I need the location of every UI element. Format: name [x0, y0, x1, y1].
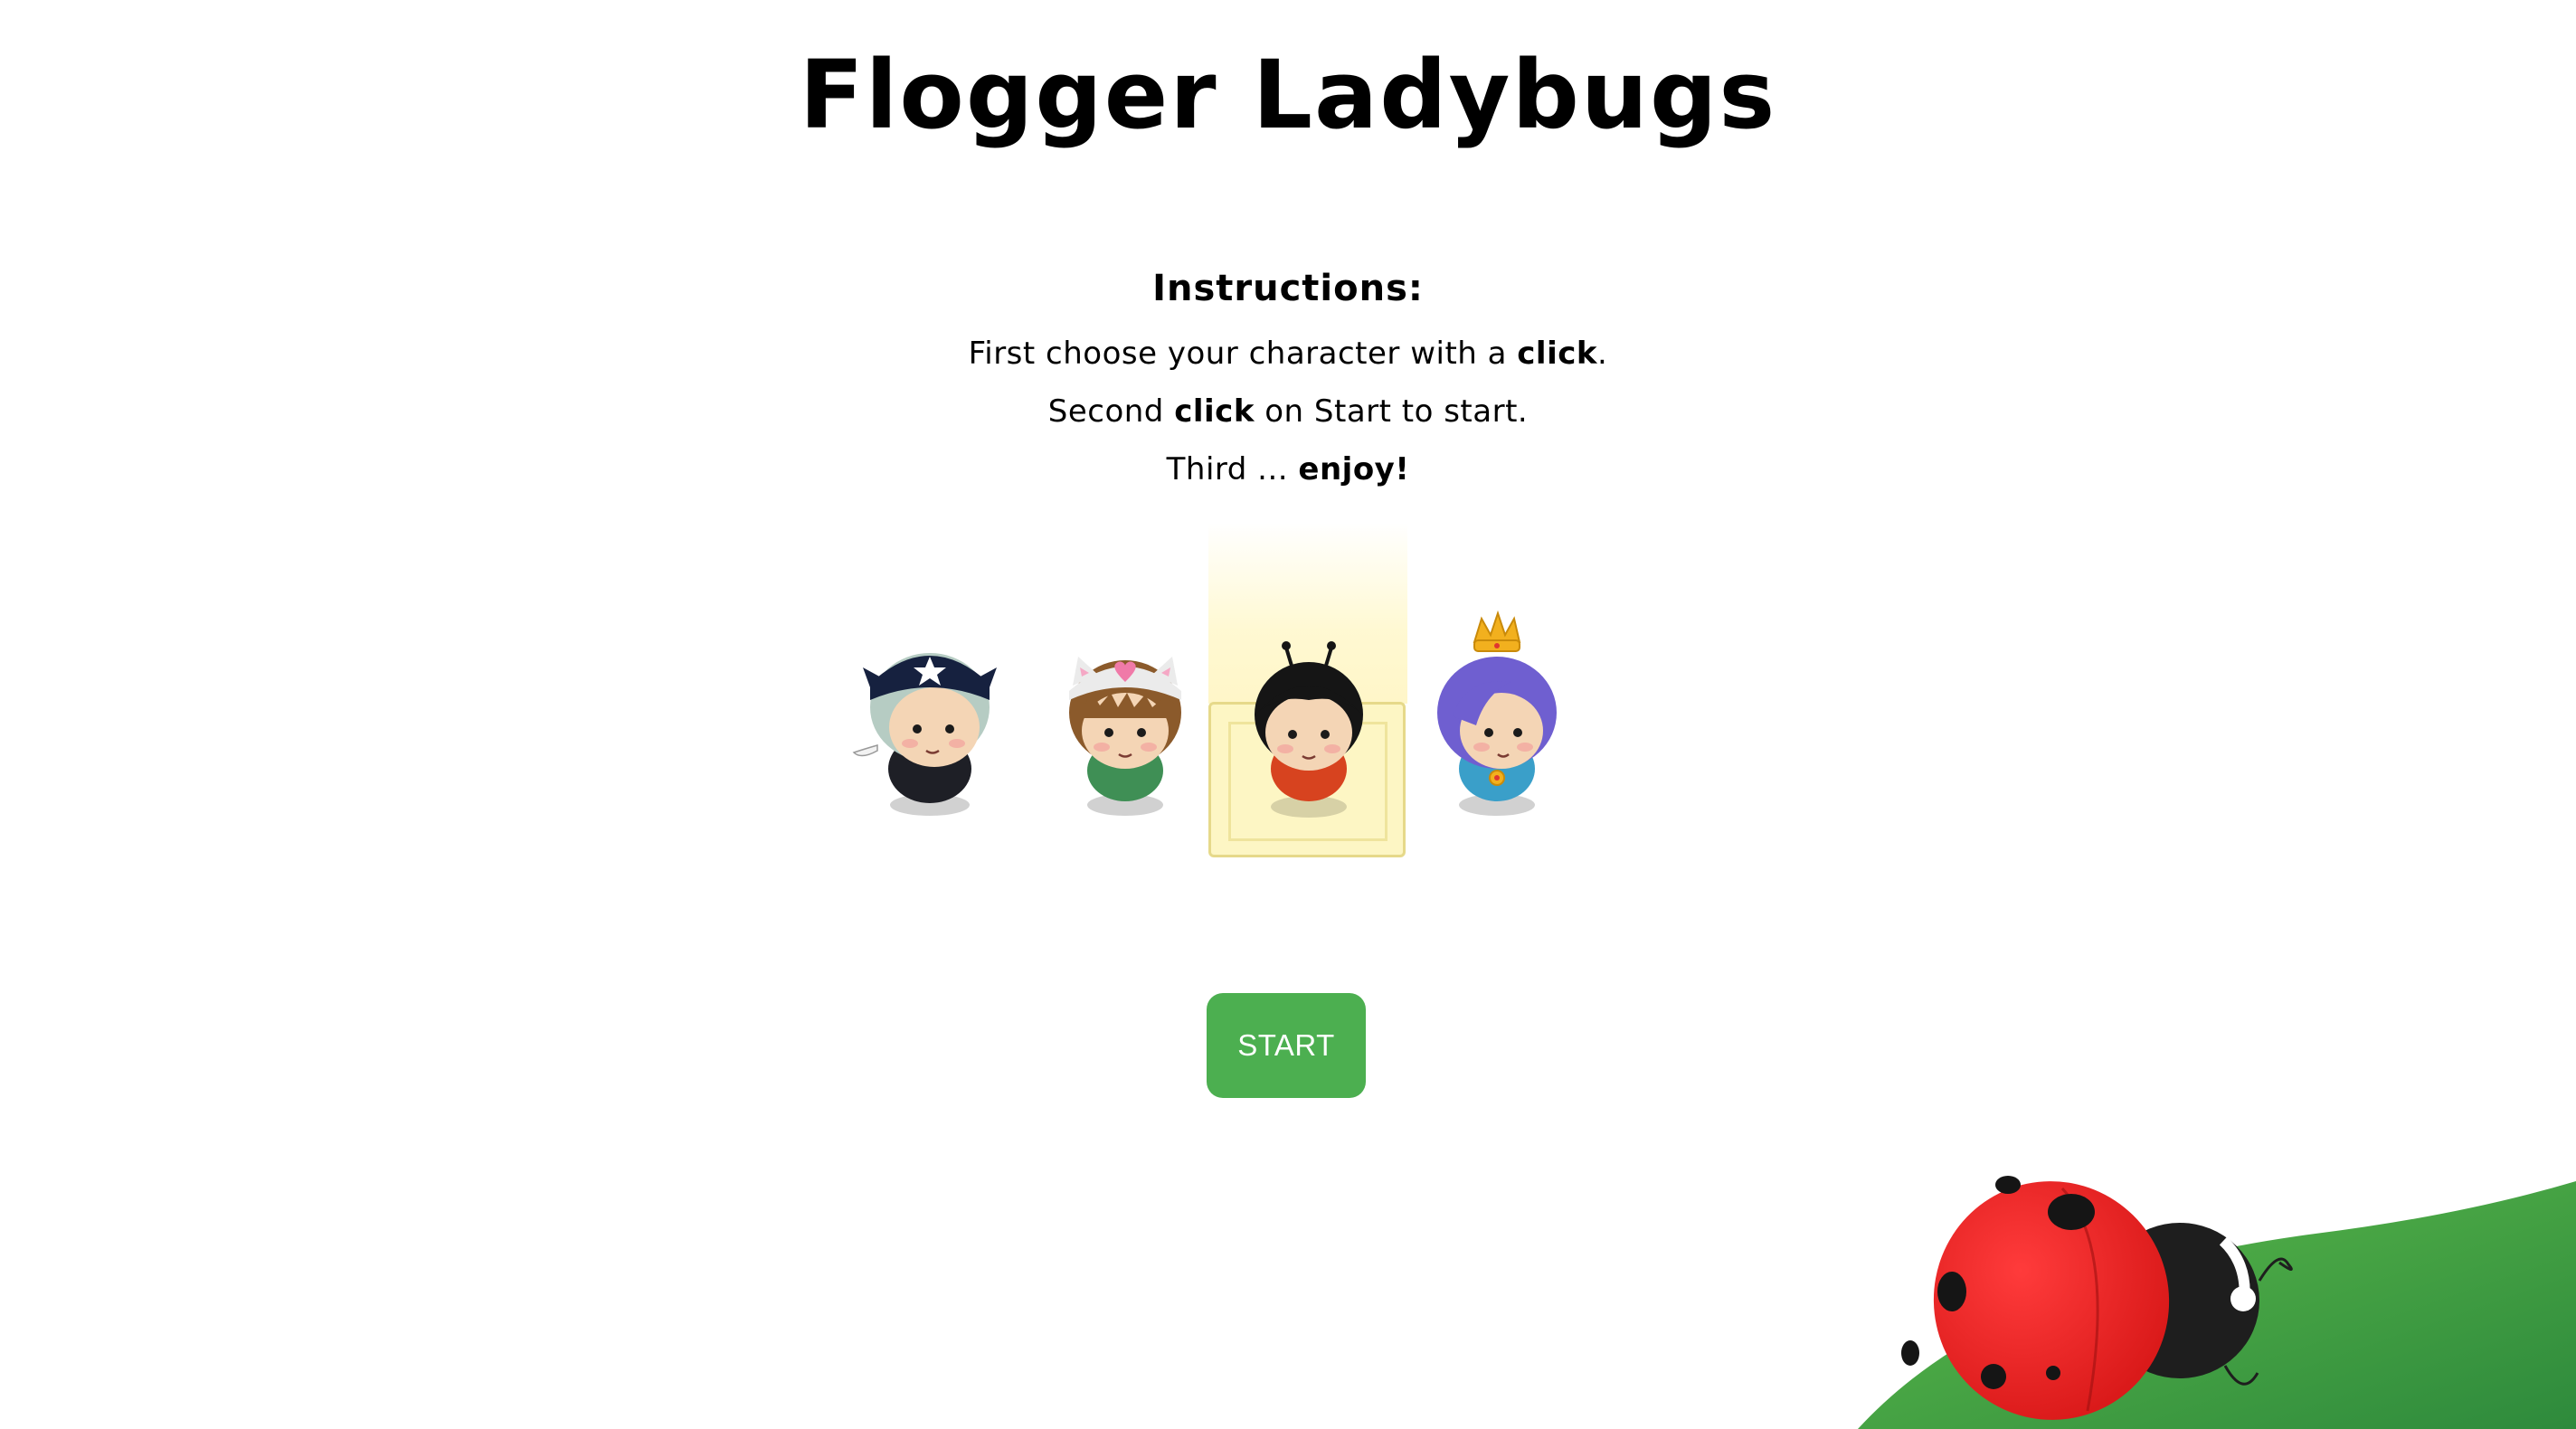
page-title: Flogger Ladybugs	[799, 40, 1777, 150]
instruction-emphasis: click	[1517, 336, 1598, 372]
instruction-text: First choose your character with a	[968, 336, 1518, 372]
ladybug-character-icon	[1255, 641, 1363, 818]
character-selector	[841, 523, 1583, 866]
princess-character-icon	[1437, 610, 1557, 816]
character-option-pirate[interactable]	[841, 523, 1013, 866]
instruction-text: .	[1597, 336, 1608, 372]
character-option-cat-hat[interactable]	[1033, 523, 1205, 866]
instruction-emphasis: enjoy!	[1298, 451, 1410, 487]
instruction-line-1: First choose your character with a click…	[0, 335, 2576, 373]
start-button[interactable]: START	[1207, 993, 1366, 1098]
character-option-princess[interactable]	[1420, 523, 1592, 866]
instruction-line-3: Third ... enjoy!	[0, 450, 2576, 488]
instruction-text: on Start to start.	[1254, 393, 1529, 430]
ladybug-decoration	[1858, 1176, 2576, 1429]
instructions-panel: Instructions: First choose your characte…	[0, 268, 2576, 508]
cat-hat-character-icon	[1069, 657, 1181, 816]
instruction-emphasis: click	[1174, 393, 1255, 430]
character-option-ladybug[interactable]	[1203, 523, 1420, 866]
instruction-text: Second	[1047, 393, 1175, 430]
instructions-heading: Instructions:	[1152, 268, 1424, 309]
instruction-line-2: Second click on Start to start.	[0, 393, 2576, 431]
pirate-character-icon	[852, 653, 997, 816]
instruction-text: Third ...	[1166, 451, 1299, 487]
